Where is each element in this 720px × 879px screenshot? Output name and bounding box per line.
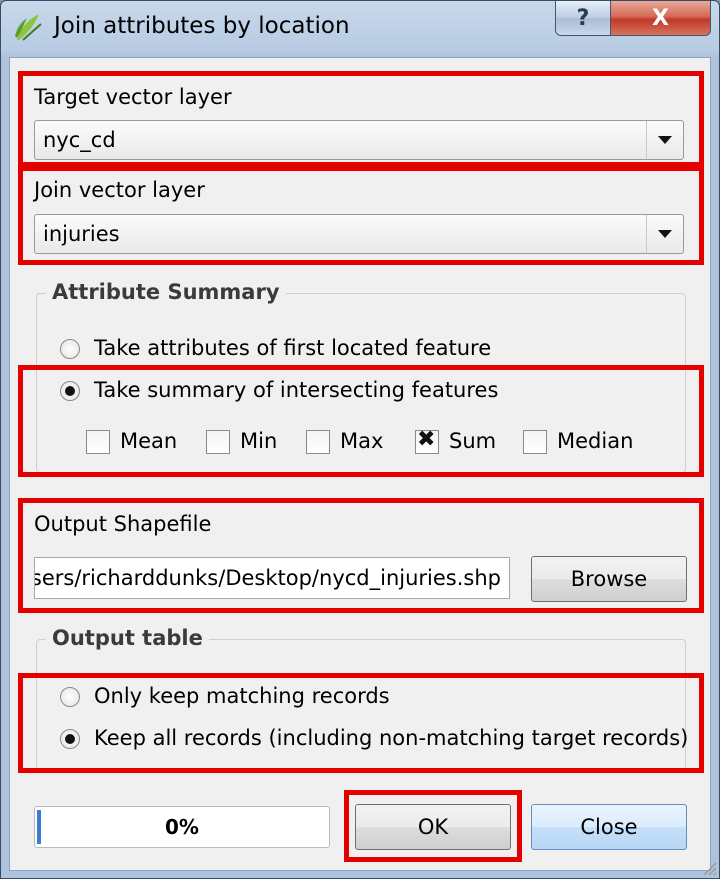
- highlight-target-layer: [18, 71, 704, 167]
- dialog-window: Join attributes by location ? X Target v…: [0, 0, 720, 879]
- highlight-ok-button: [344, 790, 522, 862]
- first-feature-label[interactable]: Take attributes of first located feature: [94, 336, 491, 360]
- window-close-button[interactable]: X: [610, 1, 711, 36]
- highlight-join-layer: [18, 166, 704, 265]
- highlight-output-table: [18, 673, 704, 773]
- window-title: Join attributes by location: [54, 13, 350, 39]
- progress-text: 0%: [165, 815, 199, 839]
- highlight-output-shapefile: [18, 498, 704, 613]
- close-icon: X: [652, 5, 669, 31]
- attribute-summary-title: Attribute Summary: [46, 280, 286, 304]
- resize-grip-icon[interactable]: [699, 858, 717, 876]
- first-feature-radio[interactable]: [60, 339, 80, 359]
- qgis-logo-icon: [15, 14, 42, 41]
- progress-bar: 0%: [34, 806, 330, 848]
- output-table-title: Output table: [46, 626, 209, 650]
- highlight-summary-options: [18, 365, 704, 477]
- help-icon: ?: [576, 5, 590, 31]
- title-bar[interactable]: Join attributes by location ? X: [1, 1, 719, 57]
- help-button[interactable]: ?: [555, 1, 611, 36]
- close-button[interactable]: Close: [531, 804, 687, 850]
